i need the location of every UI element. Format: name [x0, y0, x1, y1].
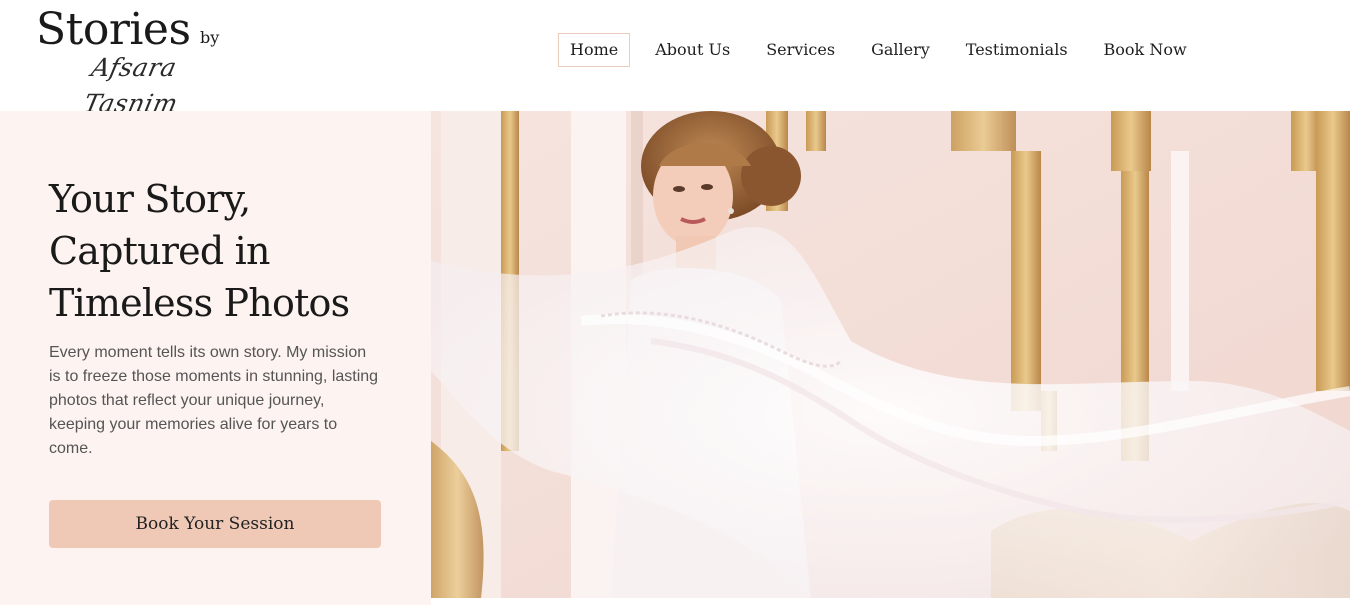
- nav-item-gallery[interactable]: Gallery: [860, 34, 941, 66]
- nav-item-home[interactable]: Home: [558, 33, 631, 67]
- book-session-button[interactable]: Book Your Session: [49, 500, 381, 548]
- main-nav: Home About Us Services Gallery Testimoni…: [558, 33, 1212, 67]
- logo-by-text: by: [200, 28, 220, 47]
- nav-item-services[interactable]: Services: [755, 34, 846, 66]
- hero-title: Your Story, Captured in Timeless Photos: [49, 173, 429, 329]
- bride-photo-illustration: [431, 111, 1350, 598]
- hero-description: Every moment tells its own story. My mis…: [49, 344, 379, 457]
- site-header: Stories by Afsara Tasnim Home About Us S…: [0, 0, 1350, 118]
- page-bottom-strip: [431, 598, 1350, 605]
- hero-bride-photo: [431, 111, 1350, 598]
- nav-item-testimonials[interactable]: Testimonials: [955, 34, 1079, 66]
- nav-item-book-now[interactable]: Book Now: [1093, 34, 1198, 66]
- site-logo[interactable]: Stories by Afsara Tasnim: [36, 4, 236, 118]
- nav-item-about-us[interactable]: About Us: [644, 34, 741, 66]
- hero-title-line: Your Story,: [49, 177, 251, 221]
- hero-title-line: Captured in: [49, 229, 270, 273]
- hero-text-panel: Your Story, Captured in Timeless Photos …: [0, 111, 431, 605]
- hero-title-line: Timeless Photos: [49, 281, 350, 325]
- logo-wordmark: Stories: [36, 4, 191, 55]
